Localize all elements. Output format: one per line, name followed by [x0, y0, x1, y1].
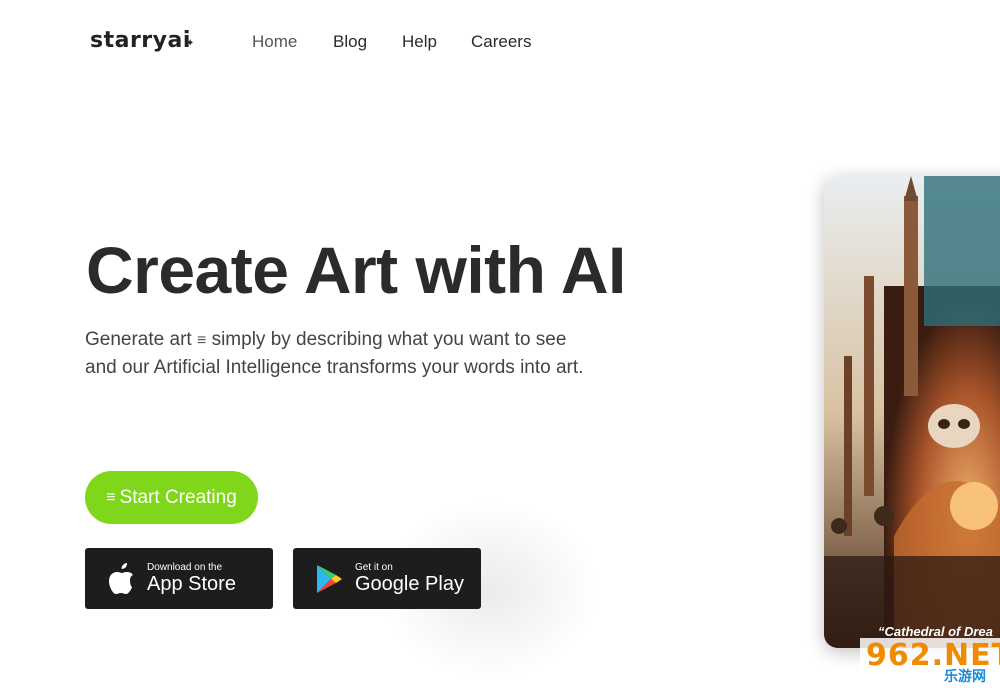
nav-blog-link[interactable]: Blog [333, 32, 367, 52]
hero-subtitle-part2: simply by describing what you want to se… [211, 329, 567, 350]
hero-subtitle-part1: Generate art [85, 329, 192, 350]
google-play-icon [311, 561, 347, 597]
hero-subtitle: Generate art ≡ simply by describing what… [85, 326, 685, 381]
logo-star-icon: ✦ [186, 38, 195, 49]
google-play-button[interactable]: Get it on Google Play [293, 548, 481, 609]
artwork-card[interactable] [824, 176, 1000, 648]
artwork-caption: “Cathedral of Drea [878, 624, 993, 639]
google-play-label: Google Play [355, 573, 464, 595]
google-play-small-text: Get it on [355, 562, 393, 573]
nav-help-link[interactable]: Help [402, 32, 437, 52]
app-store-label: App Store [147, 573, 236, 595]
start-creating-label: Start Creating [119, 486, 237, 508]
nav-home-link[interactable]: Home [252, 32, 297, 52]
start-creating-button[interactable]: ≡ Start Creating [85, 471, 258, 524]
page-title: Create Art with AI [86, 233, 626, 307]
watermark-subtext: 乐游网 [944, 668, 986, 684]
menu-icon: ≡ [196, 332, 207, 349]
app-store-small-text: Download on the [147, 562, 223, 573]
apple-icon [103, 561, 139, 597]
menu-icon: ≡ [106, 488, 116, 506]
app-store-button[interactable]: Download on the App Store [85, 548, 273, 609]
cathedral-artwork-image [824, 176, 1000, 648]
logo[interactable]: starryai [90, 28, 191, 53]
hero-subtitle-line2: and our Artificial Intelligence transfor… [85, 357, 584, 378]
nav-careers-link[interactable]: Careers [471, 32, 531, 52]
